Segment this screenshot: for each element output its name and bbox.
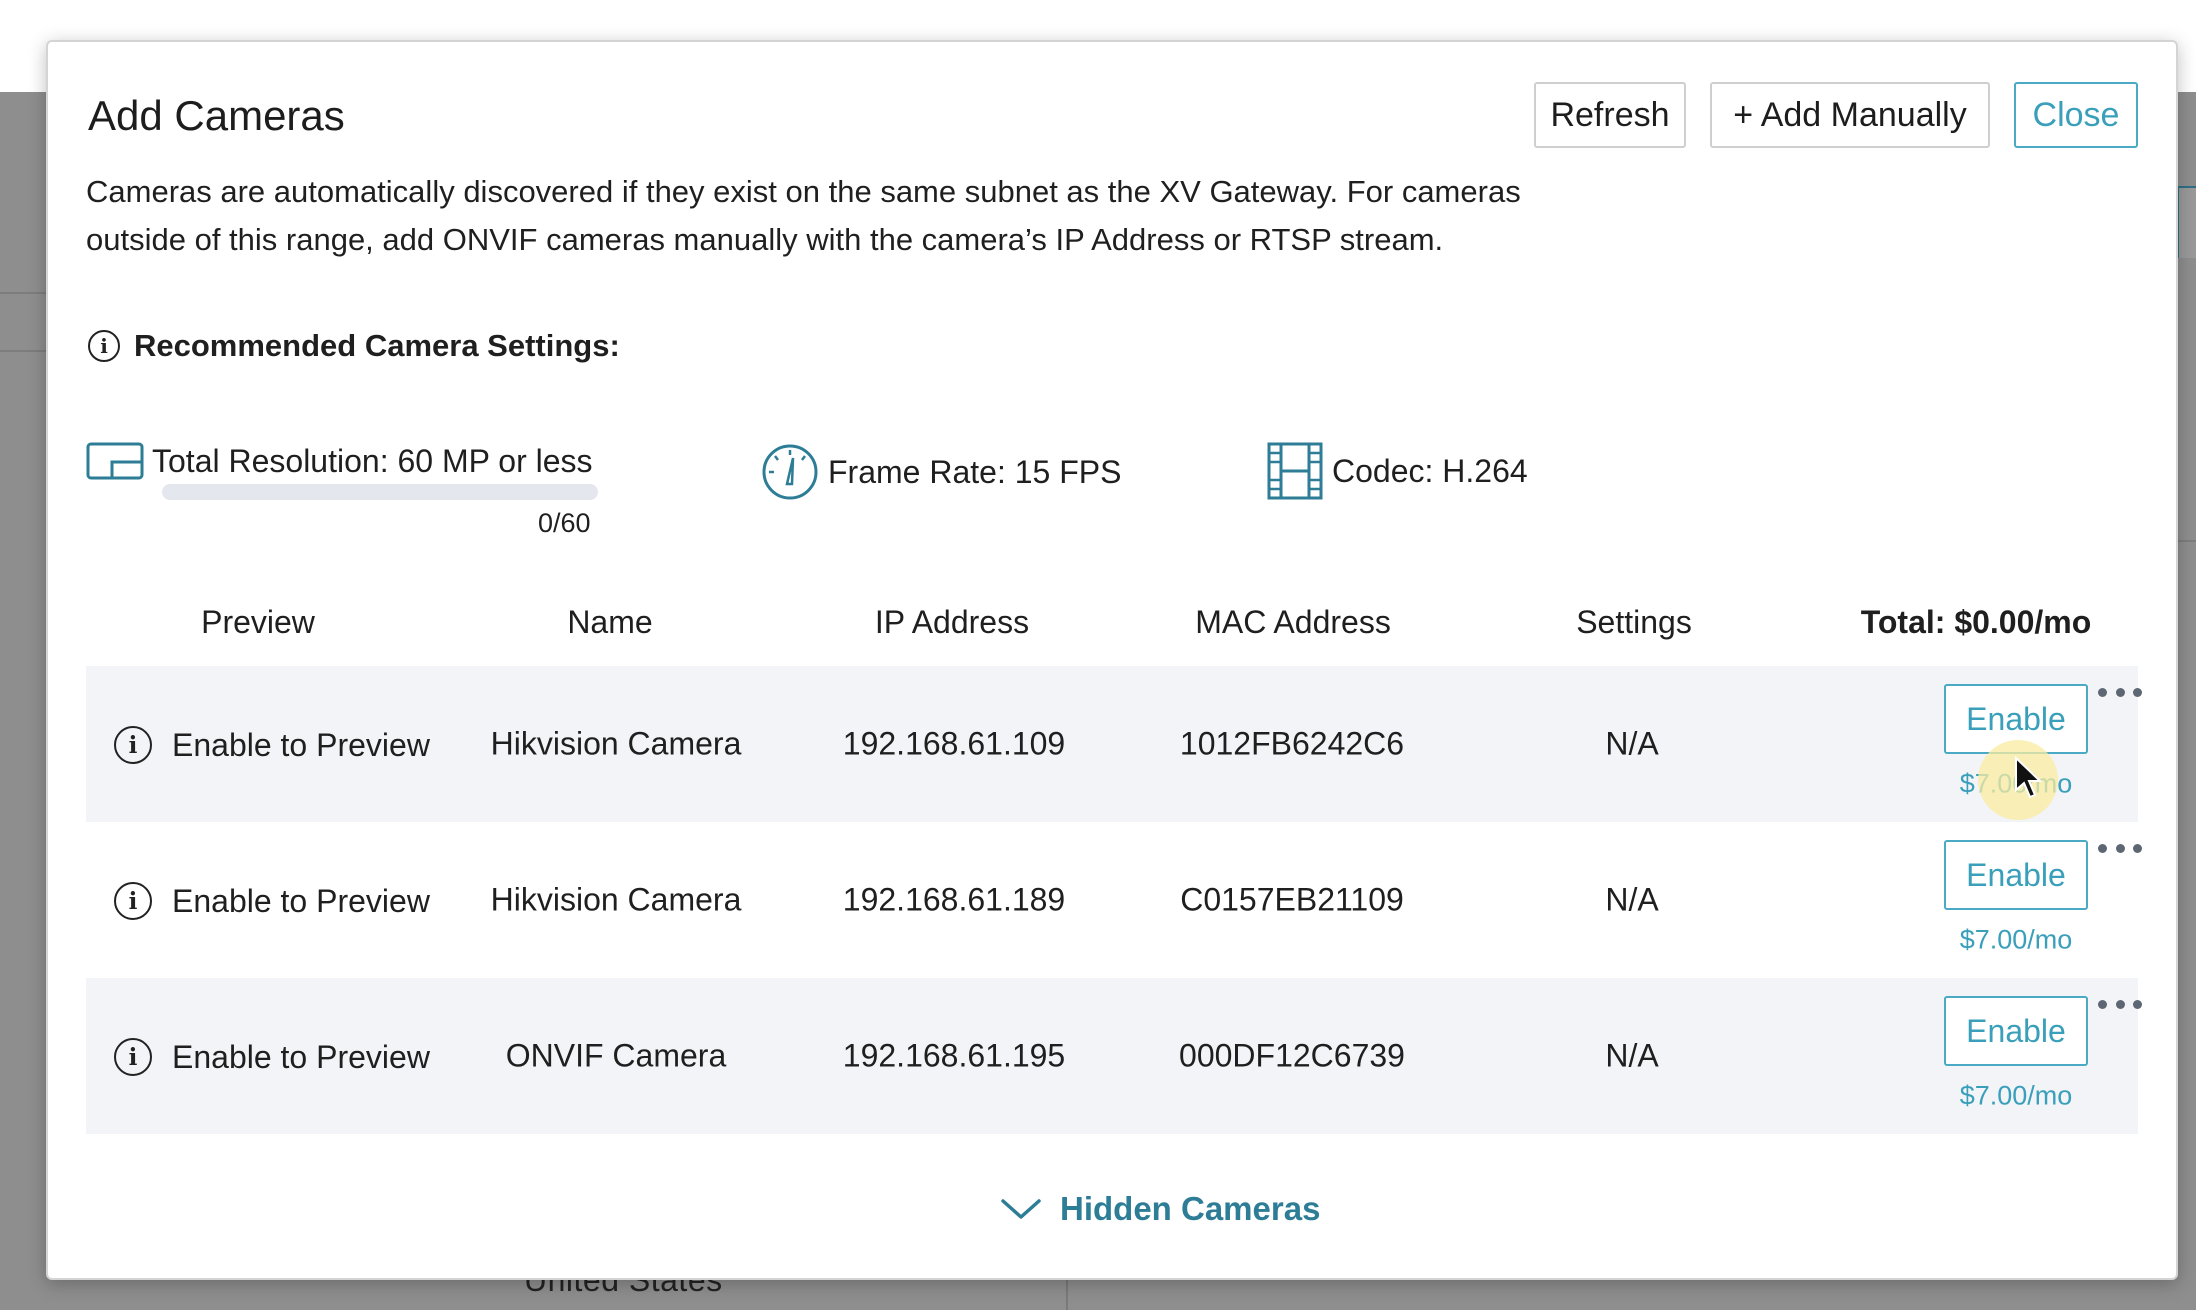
info-icon[interactable]: i <box>114 1038 152 1076</box>
recommended-settings-label: Recommended Camera Settings: <box>134 328 620 363</box>
camera-mac: 000DF12C6739 <box>1179 1037 1405 1074</box>
add-manually-button[interactable]: + Add Manually <box>1710 82 1990 148</box>
mouse-pointer-icon <box>2015 756 2043 799</box>
screen-resolution-icon <box>86 442 144 480</box>
more-dots-icon[interactable] <box>2098 682 2142 702</box>
background-divider <box>0 350 46 352</box>
setting-codec: Codec: H.264 <box>1266 442 1528 500</box>
preview-cell: i Enable to Preview <box>114 726 430 764</box>
column-header-total: Total: $0.00/mo <box>1860 604 2092 640</box>
setting-resolution-label: Total Resolution: 60 MP or less <box>152 442 593 479</box>
camera-ip: 192.168.61.109 <box>842 725 1066 762</box>
enable-button[interactable]: Enable <box>1944 840 2088 910</box>
speedometer-icon <box>762 444 818 500</box>
setting-resolution: Total Resolution: 60 MP or less <box>86 442 593 480</box>
hidden-cameras-label: Hidden Cameras <box>1060 1190 1321 1227</box>
setting-frame-rate-label: Frame Rate: 15 FPS <box>828 453 1122 490</box>
info-icon[interactable]: i <box>114 882 152 920</box>
setting-codec-label: Codec: H.264 <box>1332 452 1528 489</box>
preview-text: Enable to Preview <box>172 1038 430 1075</box>
camera-price: $7.00/mo <box>1959 924 2073 955</box>
preview-text: Enable to Preview <box>172 882 430 919</box>
refresh-button[interactable]: Refresh <box>1534 82 1686 148</box>
resolution-usage-label: 0/60 <box>538 508 591 538</box>
resolution-usage-bar <box>162 484 598 500</box>
background-divider <box>2176 540 2196 542</box>
info-icon[interactable]: i <box>114 726 152 764</box>
add-cameras-modal: Add Cameras Refresh + Add Manually Close… <box>46 40 2178 1280</box>
camera-settings: N/A <box>1605 1037 1659 1074</box>
preview-text: Enable to Preview <box>172 726 430 763</box>
modal-description: Cameras are automatically discovered if … <box>86 174 1521 257</box>
column-header-settings: Settings <box>1576 604 1692 640</box>
info-icon: i <box>88 330 120 362</box>
chevron-down-icon <box>1001 1199 1041 1219</box>
camera-mac: C0157EB21109 <box>1180 881 1404 918</box>
modal-title: Add Cameras <box>88 92 345 139</box>
camera-ip: 192.168.61.189 <box>842 881 1066 918</box>
preview-cell: i Enable to Preview <box>114 1038 430 1076</box>
preview-cell: i Enable to Preview <box>114 882 430 920</box>
camera-name: Hikvision Camera <box>490 881 742 918</box>
camera-settings: N/A <box>1605 725 1659 762</box>
column-header-mac-address: MAC Address <box>1195 604 1391 640</box>
table-row: i Enable to Preview ONVIF Camera 192.168… <box>86 978 2142 1134</box>
camera-name: ONVIF Camera <box>505 1037 727 1074</box>
setting-frame-rate: Frame Rate: 15 FPS <box>760 442 1121 502</box>
camera-mac: 1012FB6242C6 <box>1179 725 1405 762</box>
enable-button[interactable]: Enable <box>1944 996 2088 1066</box>
column-header-name: Name <box>567 604 653 640</box>
hidden-cameras-toggle[interactable]: Hidden Cameras <box>1000 1190 1320 1228</box>
camera-settings: N/A <box>1605 881 1659 918</box>
column-header-preview: Preview <box>201 604 315 640</box>
background-divider <box>0 292 46 294</box>
column-header-ip-address: IP Address <box>874 604 1030 640</box>
camera-name: Hikvision Camera <box>490 725 742 762</box>
table-row: i Enable to Preview Hikvision Camera 192… <box>86 822 2142 978</box>
more-dots-icon[interactable] <box>2098 994 2142 1014</box>
more-dots-icon[interactable] <box>2098 838 2142 858</box>
camera-ip: 192.168.61.195 <box>842 1037 1066 1074</box>
film-strip-icon <box>1267 442 1323 500</box>
camera-price: $7.00/mo <box>1959 1080 2073 1111</box>
table-row: i Enable to Preview Hikvision Camera 192… <box>86 666 2142 822</box>
background-tab <box>2176 186 2196 258</box>
recommended-settings-heading: i Recommended Camera Settings: <box>88 328 620 364</box>
close-button[interactable]: Close <box>2014 82 2138 148</box>
